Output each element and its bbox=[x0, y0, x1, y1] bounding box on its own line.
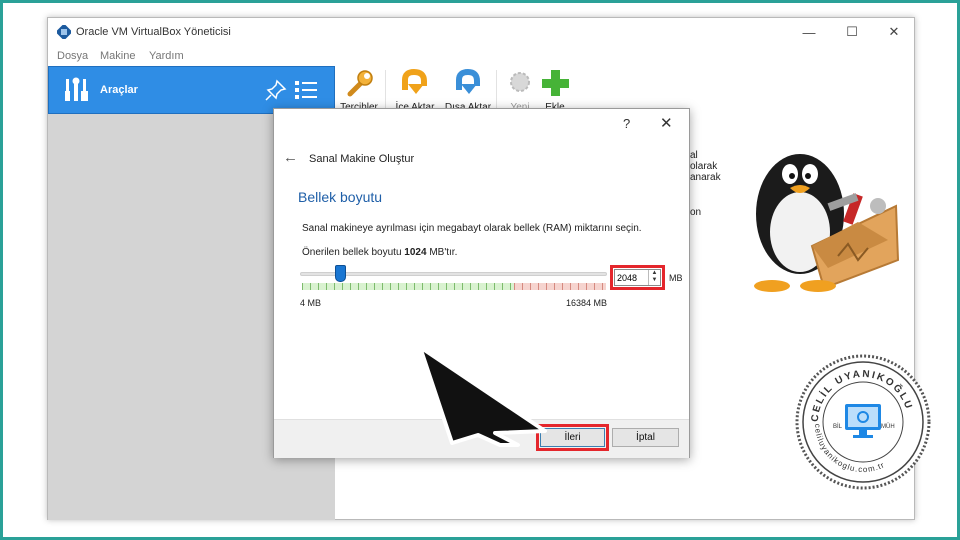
next-button[interactable]: İleri bbox=[540, 428, 605, 447]
minimize-icon: — bbox=[802, 24, 816, 40]
window-title: Oracle VM VirtualBox Yöneticisi bbox=[76, 26, 231, 38]
pin-icon[interactable] bbox=[265, 79, 287, 101]
export-icon bbox=[456, 68, 480, 94]
add-icon bbox=[542, 70, 569, 96]
background-text: al bbox=[690, 150, 698, 161]
help-button[interactable]: ? bbox=[623, 116, 630, 131]
spin-arrows-icon[interactable]: ▲ ▼ bbox=[648, 270, 660, 285]
sidebar-tools-item[interactable]: Araçlar bbox=[48, 66, 335, 114]
sidebar-tools-label: Araçlar bbox=[100, 84, 138, 96]
list-menu-icon[interactable] bbox=[294, 79, 318, 101]
svg-text:BİL: BİL bbox=[833, 423, 843, 430]
title-bar: Oracle VM VirtualBox Yöneticisi — ☐ ✕ bbox=[48, 18, 914, 46]
background-text: on bbox=[690, 207, 702, 218]
cancel-button[interactable]: İptal bbox=[612, 428, 679, 447]
minimize-button[interactable]: — bbox=[788, 18, 830, 46]
recommended-memory-text: Önerilen bellek boyutu 1024 MB'tır. bbox=[302, 247, 458, 258]
background-text: anarak bbox=[690, 172, 721, 183]
menu-help[interactable]: Yardım bbox=[149, 50, 184, 62]
maximize-icon: ☐ bbox=[846, 24, 858, 39]
menu-bar: Dosya Makine Yardım bbox=[48, 46, 914, 66]
memory-slider-track[interactable] bbox=[300, 272, 607, 276]
memory-slider-handle[interactable] bbox=[335, 265, 346, 282]
toolbar-separator bbox=[385, 70, 386, 112]
slider-warning-range bbox=[514, 283, 606, 290]
preferences-icon bbox=[347, 70, 373, 97]
close-icon: ✕ bbox=[888, 24, 900, 39]
penguin-toolbox-illustration bbox=[754, 154, 900, 292]
memory-max-label: 16384 MB bbox=[566, 298, 608, 308]
page-heading: Bellek boyutu bbox=[298, 189, 383, 205]
memory-min-label: 4 MB bbox=[300, 298, 322, 308]
author-seal-logo: CELİL UYANIKOĞLU celiluyanikoglu.com.tr … bbox=[795, 354, 931, 490]
dialog-title: Sanal Makine Oluştur bbox=[309, 153, 415, 165]
virtualbox-app-icon bbox=[57, 25, 71, 39]
close-dialog-button[interactable]: ✕ bbox=[660, 114, 673, 132]
memory-unit-label: MB bbox=[669, 273, 683, 283]
maximize-button[interactable]: ☐ bbox=[831, 18, 873, 46]
back-arrow-icon[interactable]: ← bbox=[283, 149, 298, 166]
memory-input[interactable] bbox=[615, 270, 647, 285]
slider-safe-range bbox=[302, 283, 514, 290]
recommended-memory-value: 1024 bbox=[404, 247, 427, 258]
description-text: Sanal makineye ayrılması için megabayt o… bbox=[302, 223, 642, 234]
close-window-button[interactable]: ✕ bbox=[873, 18, 915, 46]
background-text: olarak bbox=[690, 161, 718, 172]
memory-spinbox[interactable]: ▲▼ bbox=[614, 269, 661, 286]
menu-file[interactable]: Dosya bbox=[57, 50, 88, 62]
tools-icon bbox=[65, 77, 88, 101]
create-vm-dialog: ? ✕ ← Sanal Makine Oluştur Bellek boyutu… bbox=[273, 108, 690, 458]
menu-machine[interactable]: Makine bbox=[100, 50, 135, 62]
svg-text:MÜH: MÜH bbox=[881, 423, 895, 430]
import-icon bbox=[402, 68, 427, 94]
